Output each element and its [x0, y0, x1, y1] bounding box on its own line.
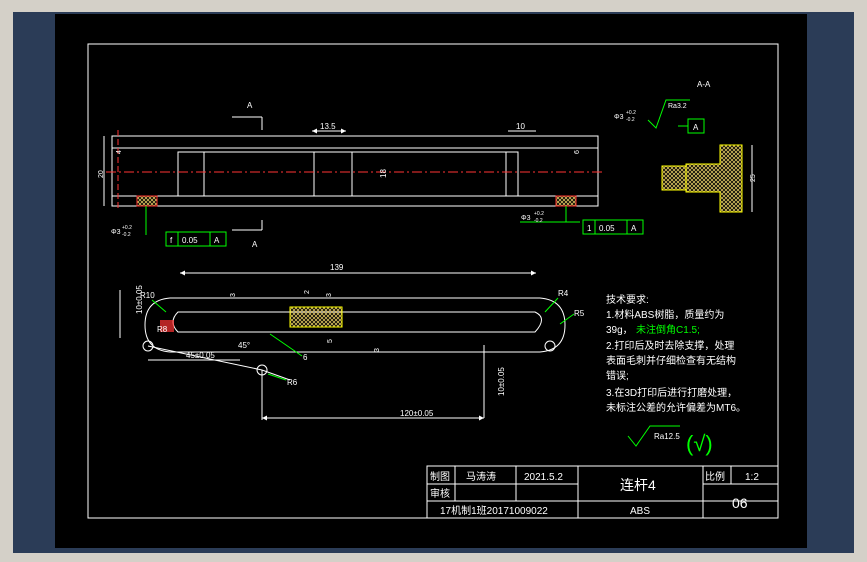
dim-10-top: 10 [516, 122, 525, 131]
svg-text:(√): (√) [686, 431, 713, 456]
hole-callout-left: Φ3 +0.2 -0.2 [111, 206, 147, 238]
svg-text:制图: 制图 [430, 470, 450, 483]
section-mark-bottom: A [232, 220, 263, 249]
svg-text:A: A [214, 236, 220, 245]
dim-6-front: 6 [303, 353, 308, 362]
svg-text:未标注公差的允许偏差为MT6。: 未标注公差的允许偏差为MT6。 [606, 401, 746, 414]
svg-text:f: f [170, 236, 173, 245]
dim-5: 5 [327, 339, 334, 343]
dim-3b: 3 [374, 348, 381, 352]
technical-notes: 技术要求: 1.材料ABS树脂，质量约为 39g， 未注倒角C1.5; 2.打印… [606, 293, 746, 414]
section-title: A-A [697, 80, 711, 89]
svg-text:+0.2: +0.2 [122, 225, 132, 231]
front-view-hatch-center [289, 306, 343, 328]
svg-text:1:2: 1:2 [745, 472, 759, 483]
svg-text:-0.2: -0.2 [122, 232, 131, 238]
dim-20: 20 [98, 170, 105, 178]
svg-text:未注倒角C1.5;: 未注倒角C1.5; [636, 323, 700, 336]
label-r8: R8 [157, 325, 168, 334]
svg-text:25: 25 [750, 174, 757, 182]
svg-text:1.材料ABS树脂，质量约为: 1.材料ABS树脂，质量约为 [606, 308, 724, 321]
roughness-symbol: Ra12.5 (√) [627, 425, 713, 456]
svg-text:Φ3: Φ3 [521, 215, 531, 222]
drawing-canvas: 13.5 10 20 4 18 6 A A Φ3 +0.2 -0.2 f 0.0… [87, 43, 779, 519]
svg-text:39g，: 39g， [606, 325, 633, 336]
svg-text:0.05: 0.05 [182, 236, 198, 245]
section-mark-top: A [232, 101, 263, 130]
svg-text:+0.2: +0.2 [626, 110, 636, 116]
dim-139: 139 [330, 263, 344, 272]
drawing-border [87, 43, 779, 519]
dim-4: 4 [116, 150, 123, 154]
dim-2: 2 [304, 290, 311, 294]
svg-text:ABS: ABS [630, 506, 650, 517]
svg-text:A: A [693, 123, 699, 132]
svg-text:0.05: 0.05 [599, 224, 615, 233]
svg-text:审核: 审核 [430, 487, 450, 500]
label-r6: R6 [287, 378, 298, 387]
label-r4: R4 [558, 289, 569, 298]
svg-text:-0.2: -0.2 [626, 117, 635, 123]
top-view-hole-left [136, 195, 158, 207]
top-view [106, 130, 604, 210]
title-block-text: 制图 马涛涛 2021.5.2 审核 连杆4 比例 1:2 17机制1班2017… [430, 470, 759, 517]
dim-6: 6 [574, 150, 581, 154]
svg-text:比例: 比例 [705, 470, 725, 483]
svg-text:连杆4: 连杆4 [620, 477, 656, 493]
svg-text:3.在3D打印后进行打磨处理，: 3.在3D打印后进行打磨处理， [606, 386, 737, 399]
hole-callout-right: Φ3 +0.2 -0.2 [520, 206, 580, 224]
svg-text:2.打印后及时去除支撑，处理: 2.打印后及时去除支撑，处理 [606, 339, 734, 352]
svg-text:Ra3.2: Ra3.2 [668, 103, 687, 110]
dim-13-5: 13.5 [320, 122, 336, 131]
svg-text:06: 06 [732, 495, 748, 511]
svg-text:17机制1班20171009022: 17机制1班20171009022 [440, 504, 548, 517]
fcf-left: f 0.05 A [165, 231, 227, 247]
svg-text:Ra12.5: Ra12.5 [654, 432, 680, 441]
svg-text:Φ3: Φ3 [111, 229, 121, 236]
top-view-hole-right [555, 195, 577, 207]
label-r5: R5 [574, 309, 585, 318]
dim-120: 120±0.05 [400, 409, 434, 418]
svg-text:-0.2: -0.2 [534, 218, 543, 224]
dim-3a: 3 [230, 293, 237, 297]
svg-text:1: 1 [587, 224, 592, 233]
label-r10: R10 [140, 291, 155, 300]
svg-text:错误;: 错误; [606, 369, 629, 382]
dim-18: 18 [379, 169, 388, 178]
dim-h10-right: 10±0.05 [497, 367, 506, 396]
dim-45: 45±0.05 [186, 351, 215, 360]
svg-text:技术要求:: 技术要求: [606, 293, 649, 306]
fcf-right: 1 0.05 A [582, 219, 644, 235]
svg-text:表面毛刺并仔细检查有无结构: 表面毛刺并仔细检查有无结构 [606, 354, 736, 367]
svg-text:A: A [631, 224, 637, 233]
section-callout: Φ3 +0.2 -0.2 Ra3.2 A [614, 99, 705, 134]
svg-text:Φ3: Φ3 [614, 114, 624, 121]
svg-text:+0.2: +0.2 [534, 211, 544, 217]
svg-text:2021.5.2: 2021.5.2 [524, 472, 563, 483]
dim-angle: 45° [238, 341, 250, 350]
dim-3c: 3 [326, 293, 333, 297]
section-view: 25 [661, 144, 757, 213]
svg-text:马涛涛: 马涛涛 [466, 470, 496, 483]
svg-text:A: A [252, 240, 258, 249]
svg-text:A: A [247, 101, 253, 110]
